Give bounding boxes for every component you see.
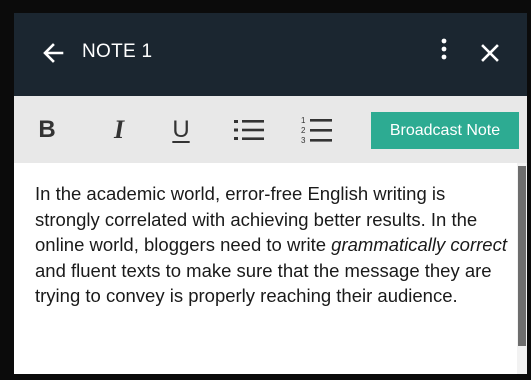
close-button[interactable] (480, 43, 500, 63)
broadcast-note-button[interactable]: Broadcast Note (371, 112, 519, 149)
note-header: NOTE 1 (14, 13, 527, 96)
bold-button[interactable]: B (36, 112, 58, 148)
arrow-left-icon (43, 43, 64, 63)
svg-text:2: 2 (301, 126, 306, 135)
note-text-italic: grammatically correct (331, 234, 507, 255)
back-button[interactable] (40, 39, 68, 67)
note-body[interactable]: In the academic world, error-free Englis… (35, 181, 515, 309)
note-panel: NOTE 1 B I U 1 2 3 Broadcast Note In the… (14, 13, 527, 374)
italic-button[interactable]: I (108, 112, 130, 148)
note-editor[interactable]: In the academic world, error-free Englis… (14, 163, 517, 374)
formatting-toolbar: B I U 1 2 3 Broadcast Note (14, 96, 527, 163)
app-frame: NOTE 1 B I U 1 2 3 Broadcast Note In the… (0, 0, 531, 380)
close-icon (481, 44, 499, 62)
bullet-list-icon (234, 120, 264, 140)
bullet-list-button[interactable] (232, 112, 266, 148)
svg-text:1: 1 (301, 116, 306, 125)
numbered-list-button[interactable]: 1 2 3 (300, 112, 334, 148)
note-text-after: and fluent texts to make sure that the m… (35, 259, 492, 307)
numbered-list-icon: 1 2 3 (301, 116, 332, 145)
scrollbar-thumb[interactable] (518, 166, 526, 346)
note-title: NOTE 1 (82, 41, 153, 62)
more-options-button[interactable] (436, 35, 452, 67)
scrollbar-track[interactable] (517, 163, 527, 374)
svg-text:3: 3 (301, 136, 306, 145)
underline-button[interactable]: U (170, 112, 192, 148)
more-vertical-icon (441, 38, 447, 60)
